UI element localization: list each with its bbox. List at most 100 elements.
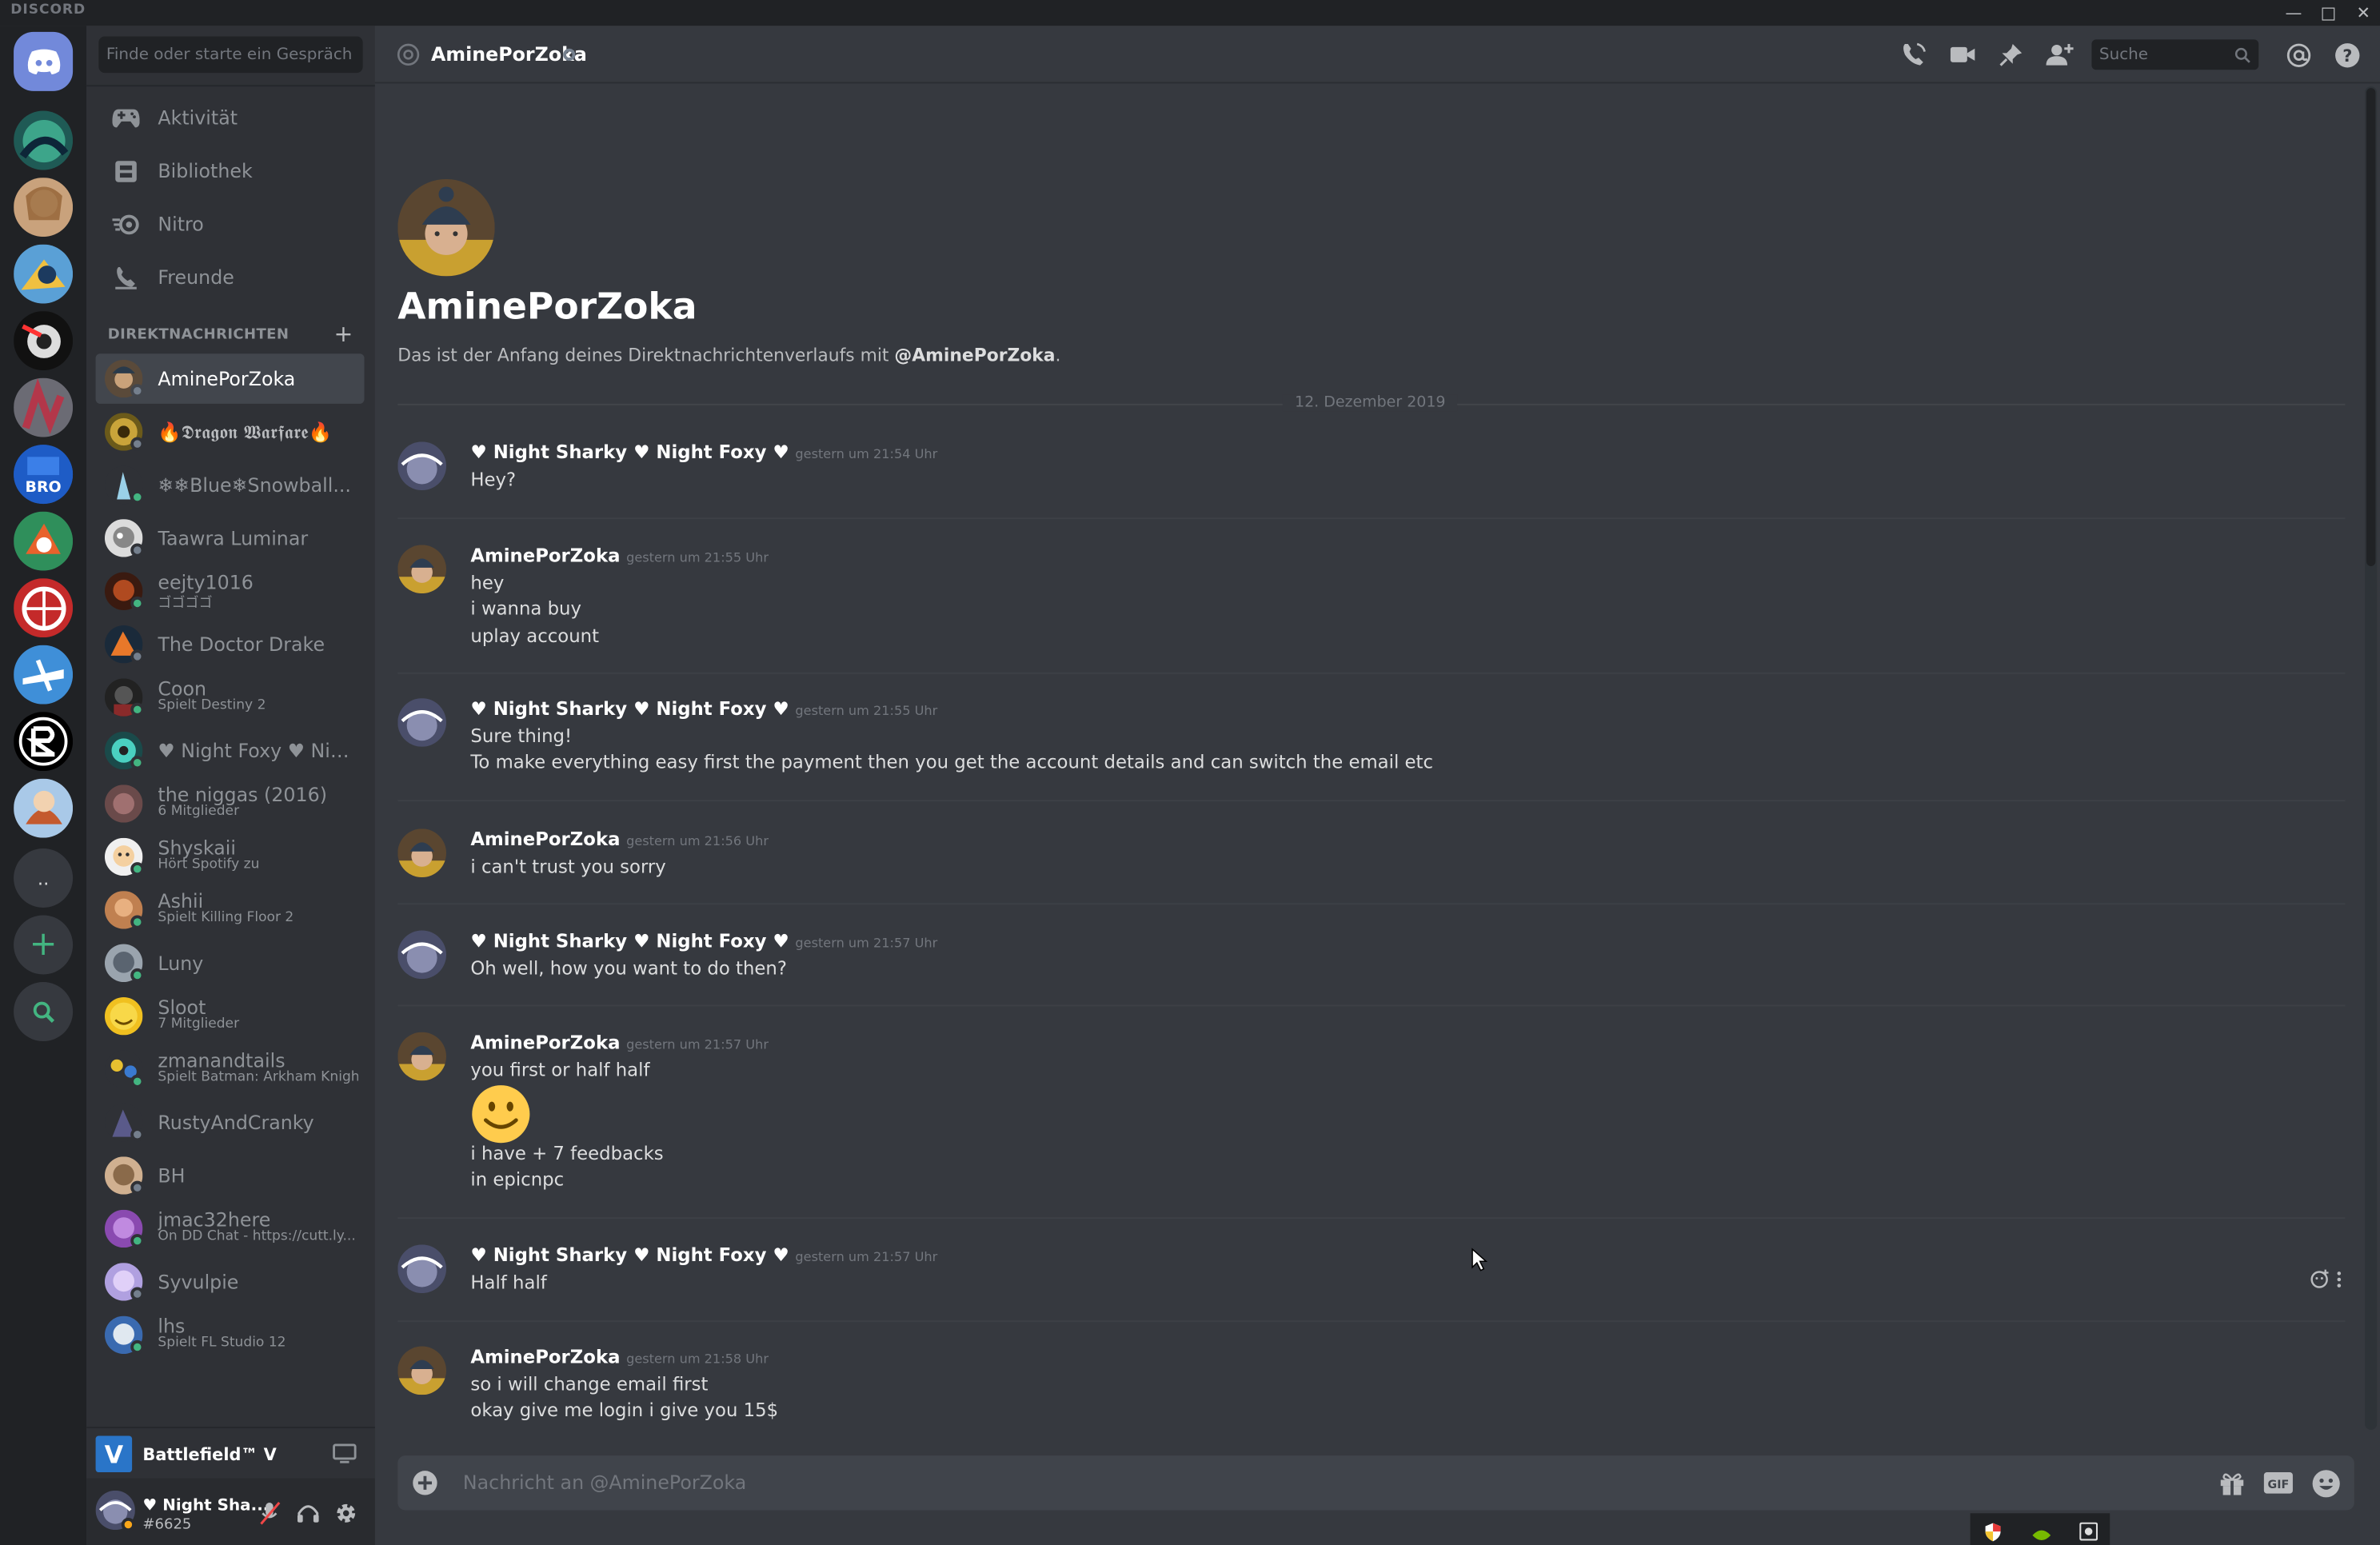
- pinned-messages-icon[interactable]: [1996, 39, 2027, 70]
- mentions-icon[interactable]: [2283, 39, 2314, 70]
- add-server-icon[interactable]: +: [14, 915, 74, 975]
- avatar[interactable]: [397, 828, 447, 878]
- server-icon[interactable]: [14, 578, 74, 638]
- dm-item[interactable]: Luny: [96, 938, 365, 988]
- find-conversation-input[interactable]: Finde oder starte ein Gespräch: [98, 36, 363, 74]
- author-name[interactable]: AminePorZoka: [470, 1032, 620, 1054]
- add-friend-to-dm-icon[interactable]: [2045, 39, 2075, 70]
- author-name[interactable]: ♥ Night Sharky ♥ Night Foxy ♥: [470, 441, 789, 463]
- nav-friends[interactable]: Freunde: [98, 254, 362, 302]
- avatar[interactable]: [397, 698, 447, 747]
- author-name[interactable]: AminePorZoka: [470, 545, 620, 566]
- dm-item[interactable]: ❄❄Blue❄Snowball...: [96, 460, 365, 510]
- message-author[interactable]: ♥ Night Sharky ♥ Night Foxy ♥ gestern um …: [470, 698, 937, 720]
- upload-plus-icon[interactable]: [411, 1469, 438, 1496]
- dm-item[interactable]: The Doctor Drake: [96, 619, 365, 669]
- message-author[interactable]: AminePorZoka gestern um 21:56 Uhr: [470, 828, 769, 850]
- app-tray-icon[interactable]: [2079, 1522, 2098, 1545]
- message-author[interactable]: AminePorZoka gestern um 21:57 Uhr: [470, 1032, 769, 1054]
- avatar[interactable]: [397, 441, 447, 491]
- dm-item[interactable]: eejty1016 ゴゴゴゴ: [96, 566, 365, 617]
- server-icon[interactable]: [14, 178, 74, 238]
- message-input[interactable]: Nachricht an @AminePorZoka: [463, 1471, 746, 1493]
- gif-label: GIF: [2268, 1479, 2290, 1491]
- search-input[interactable]: Suche: [2091, 39, 2259, 70]
- avatar[interactable]: [397, 1244, 447, 1294]
- server-icon[interactable]: [14, 511, 74, 571]
- help-icon[interactable]: ?: [2331, 39, 2362, 70]
- channel-header: AminePorZoka Suche ?: [374, 26, 2380, 84]
- intro-text: Das ist der Anfang deines Direktnachrich…: [397, 345, 1060, 366]
- mute-microphone-icon[interactable]: [257, 1499, 284, 1527]
- server-icon[interactable]: [14, 377, 74, 437]
- nav-library[interactable]: Bibliothek: [98, 147, 362, 196]
- close-icon[interactable]: ✕: [2346, 0, 2380, 26]
- server-icon[interactable]: [14, 712, 74, 772]
- start-video-call-icon[interactable]: [1947, 39, 1978, 70]
- minimize-icon[interactable]: —: [2277, 0, 2310, 26]
- nvidia-icon[interactable]: [2032, 1525, 2051, 1545]
- dm-name: ❄❄Blue❄Snowball...: [158, 473, 351, 497]
- author-name[interactable]: ♥ Night Sharky ♥ Night Foxy ♥: [470, 698, 789, 720]
- home-button[interactable]: [14, 31, 74, 91]
- dm-item[interactable]: 🔥𝕯𝖗𝖆𝖌𝖔𝖓 𝖂𝖆𝖗𝖋𝖆𝖗𝖊🔥: [96, 407, 365, 457]
- dm-item[interactable]: AminePorZoka: [95, 353, 365, 404]
- nav-nitro[interactable]: Nitro: [98, 201, 362, 250]
- author-name[interactable]: ♥ Night Sharky ♥ Night Foxy ♥: [470, 1244, 789, 1266]
- author-name[interactable]: AminePorZoka: [470, 828, 620, 850]
- shield-icon[interactable]: [1984, 1523, 2003, 1545]
- server-icon[interactable]: BRO: [14, 445, 74, 505]
- settings-gear-icon[interactable]: [333, 1499, 360, 1527]
- server-icon[interactable]: [14, 645, 74, 705]
- start-voice-call-icon[interactable]: [1899, 39, 1929, 70]
- dm-activity: Spielt Killing Floor 2: [158, 910, 294, 926]
- dm-item[interactable]: Sloot 7 Mitglieder: [96, 991, 365, 1041]
- more-options-icon[interactable]: [2336, 1271, 2342, 1293]
- scrollbar-thumb[interactable]: [2366, 88, 2376, 566]
- message-author[interactable]: AminePorZoka gestern um 21:58 Uhr: [470, 1347, 769, 1368]
- explore-servers-icon[interactable]: [14, 982, 74, 1042]
- emoji-picker-icon[interactable]: [2310, 1467, 2341, 1498]
- author-name[interactable]: AminePorZoka: [470, 1347, 620, 1368]
- dm-item[interactable]: the niggas (2016) 6 Mitglieder: [96, 779, 365, 829]
- message-author[interactable]: ♥ Night Sharky ♥ Night Foxy ♥ gestern um …: [470, 930, 937, 952]
- maximize-icon[interactable]: □: [2312, 0, 2346, 26]
- intro-mention[interactable]: @AminePorZoka: [894, 345, 1055, 366]
- message-author[interactable]: AminePorZoka gestern um 21:55 Uhr: [470, 545, 769, 566]
- dm-item[interactable]: BH: [96, 1151, 365, 1201]
- discriminator: #6625: [142, 1516, 192, 1533]
- dm-item[interactable]: RustyAndCranky: [96, 1097, 365, 1148]
- server-icon[interactable]: [14, 110, 74, 170]
- server-icon[interactable]: [14, 311, 74, 371]
- add-reaction-icon[interactable]: [2310, 1269, 2330, 1293]
- more-servers-icon[interactable]: ..: [14, 848, 74, 908]
- dm-item[interactable]: Coon Spielt Destiny 2: [96, 673, 365, 723]
- dm-item[interactable]: Taawra Luminar: [96, 513, 365, 564]
- message-author[interactable]: ♥ Night Sharky ♥ Night Foxy ♥ gestern um …: [470, 1244, 937, 1266]
- avatar[interactable]: [397, 930, 447, 980]
- dm-item[interactable]: Syvulpie: [96, 1257, 365, 1307]
- gift-icon[interactable]: [2216, 1467, 2246, 1498]
- author-name[interactable]: ♥ Night Sharky ♥ Night Foxy ♥: [470, 930, 789, 952]
- dm-item[interactable]: ♥ Night Foxy ♥ Night ...: [96, 725, 365, 776]
- dm-item[interactable]: Ashii Spielt Killing Floor 2: [96, 885, 365, 936]
- message-composer[interactable]: Nachricht an @AminePorZoka GIF: [397, 1455, 2354, 1511]
- server-icon[interactable]: [14, 778, 74, 838]
- message-author[interactable]: ♥ Night Sharky ♥ Night Foxy ♥ gestern um …: [470, 441, 937, 463]
- status-indicator: [130, 862, 145, 876]
- dm-item[interactable]: Shyskaii Hört Spotify zu: [96, 832, 365, 882]
- dm-activity: Spielt Batman: Arkham Knight: [158, 1070, 358, 1086]
- gif-button[interactable]: GIF: [2263, 1467, 2294, 1498]
- dm-item[interactable]: jmac32here On DD Chat - https://cutt.ly.…: [96, 1204, 365, 1254]
- headset-icon[interactable]: [294, 1499, 321, 1527]
- nav-activity[interactable]: Aktivität: [98, 94, 362, 143]
- dm-item[interactable]: zmanandtails Spielt Batman: Arkham Knigh…: [96, 1044, 365, 1095]
- dm-item[interactable]: lhs Spielt FL Studio 12: [96, 1310, 365, 1360]
- avatar[interactable]: [397, 1032, 447, 1081]
- screen-share-icon[interactable]: [331, 1442, 358, 1466]
- server-icon[interactable]: [14, 244, 74, 304]
- status-indicator: [130, 1180, 145, 1195]
- avatar[interactable]: [397, 545, 447, 594]
- avatar[interactable]: [397, 1346, 447, 1395]
- create-dm-plus-icon[interactable]: +: [334, 320, 353, 347]
